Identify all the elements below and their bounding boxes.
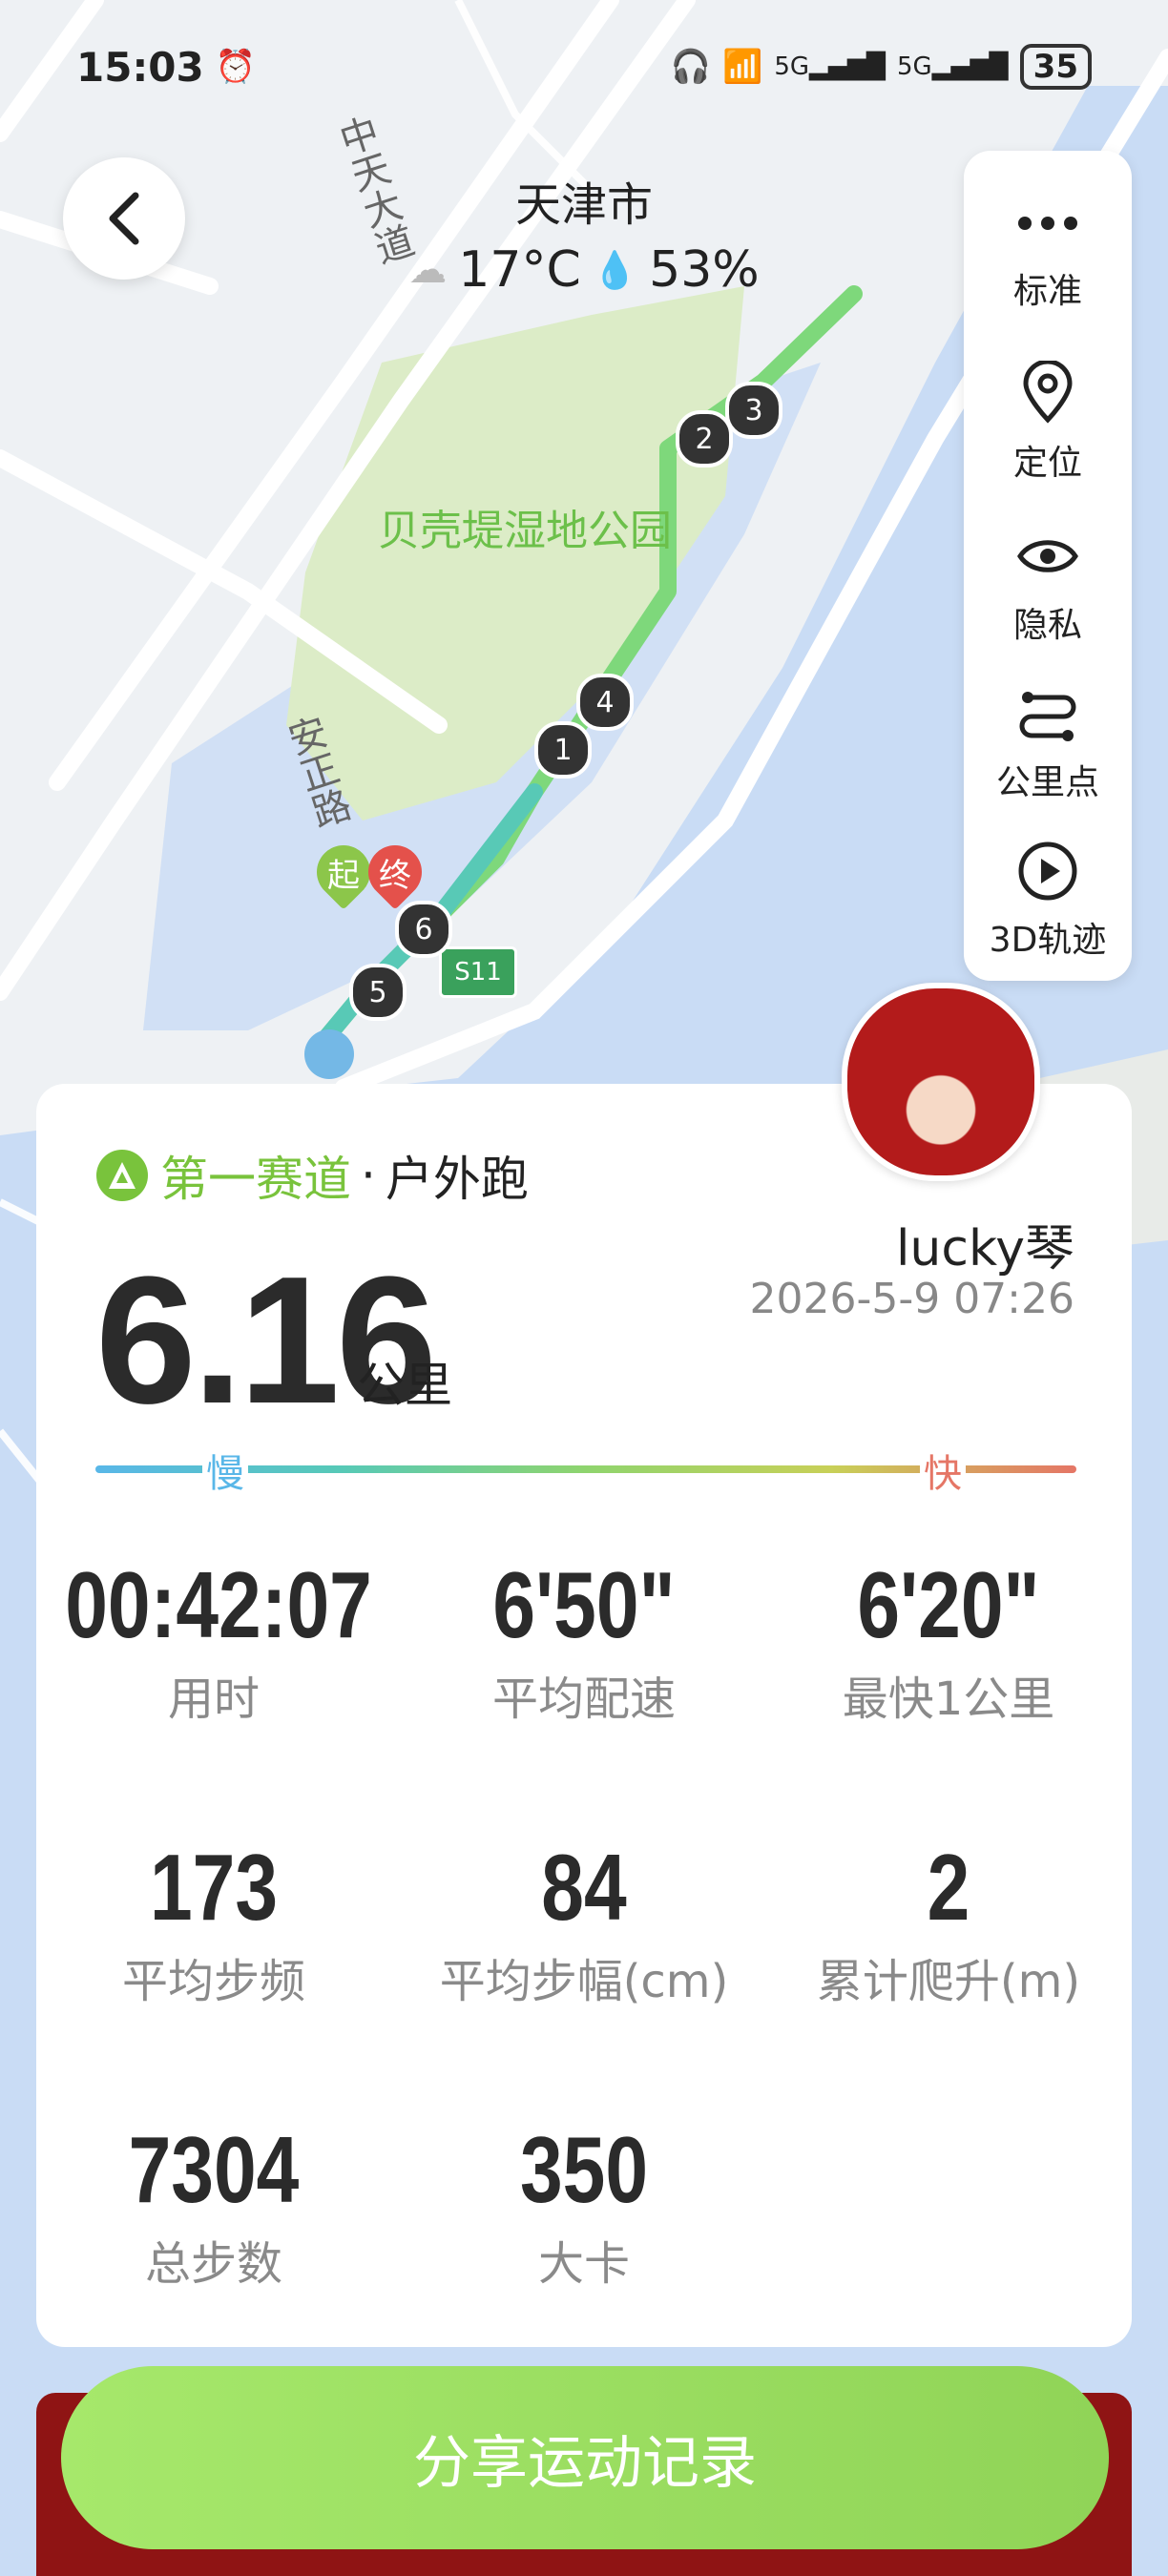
alarm-icon: ⏰ — [215, 48, 257, 86]
km-marker: 2 — [676, 410, 733, 467]
metric-value: 6'50" — [492, 1552, 676, 1657]
share-record-button[interactable]: 分享运动记录 — [61, 2366, 1109, 2549]
cloud-icon: ☁ — [408, 248, 448, 292]
start-pin-label: 起 — [327, 856, 360, 895]
metric-duration: 00:42:07 用时 — [32, 1551, 395, 1728]
map-style-button[interactable]: 标准 — [964, 189, 1132, 313]
km-marker: 4 — [576, 674, 634, 731]
privacy-label: 隐私 — [1012, 606, 1082, 645]
location-icon — [1023, 361, 1073, 424]
metric-label: 累计爬升(m) — [816, 1955, 1081, 2008]
metric-value: 350 — [519, 2117, 649, 2222]
metric-fastest-km: 6'20" 最快1公里 — [767, 1551, 1130, 1728]
metric-label: 用时 — [167, 1672, 260, 1726]
metric-value: 00:42:07 — [65, 1552, 372, 1657]
metric-label: 平均步频 — [121, 1955, 305, 2008]
locate-button[interactable]: 定位 — [964, 361, 1132, 485]
separator: · — [361, 1148, 376, 1203]
metric-cadence: 173 平均步频 — [32, 1834, 395, 2010]
humidity-icon: 💧 — [592, 248, 638, 291]
play-icon — [1018, 841, 1077, 901]
metric-label: 最快1公里 — [842, 1672, 1055, 1726]
more-icon — [1018, 217, 1077, 230]
avatar[interactable] — [842, 983, 1040, 1181]
run-date: 2026-5-9 07:26 — [749, 1275, 1074, 1323]
headphone-icon: 🎧 — [670, 48, 711, 86]
temperature: 17°C — [458, 241, 581, 299]
signal-icon: 5G▂▄▆█ — [774, 52, 886, 81]
sport-type: 户外跑 — [385, 1152, 529, 1207]
slow-label: 慢 — [202, 1443, 248, 1498]
metric-value: 6'20" — [857, 1552, 1040, 1657]
status-bar: 15:03 ⏰ 🎧 📶 5G▂▄▆█ 5G▂▄▆█ 35 — [76, 38, 1092, 95]
humidity: 53% — [649, 241, 760, 299]
metric-avg-pace: 6'50" 平均配速 — [403, 1551, 765, 1728]
metric-value: 7304 — [128, 2117, 300, 2222]
3d-track-button[interactable]: 3D轨迹 — [964, 838, 1132, 962]
km-marker: 5 — [349, 964, 407, 1021]
signal-icon: 5G▂▄▆█ — [897, 52, 1009, 81]
brand-logo-icon — [96, 1150, 148, 1201]
highway-badge: S11 — [439, 946, 517, 998]
park-label: 贝壳堤湿地公园 — [378, 507, 672, 555]
map-tools-panel: 标准 定位 隐私 公里点 3D轨迹 — [964, 151, 1132, 981]
end-pin-label: 终 — [379, 856, 411, 895]
fast-label: 快 — [920, 1443, 966, 1498]
km-marker: 3 — [725, 382, 782, 439]
metric-stride: 84 平均步幅(cm) — [403, 1834, 765, 2010]
metric-value: 173 — [149, 1835, 279, 1940]
metric-calories: 350 大卡 — [403, 2116, 765, 2293]
metric-steps: 7304 总步数 — [32, 2116, 395, 2293]
privacy-button[interactable]: 隐私 — [964, 523, 1132, 647]
map-style-label: 标准 — [1012, 272, 1082, 311]
metric-label: 总步数 — [144, 2237, 282, 2291]
metric-label: 平均步幅(cm) — [439, 1955, 729, 2008]
brand-name: 第一赛道 — [160, 1152, 351, 1207]
run-summary-card: 第一赛道 · 户外跑 6.16 公里 lucky琴 2026-5-9 07:26… — [36, 1084, 1132, 2347]
locate-label: 定位 — [1012, 444, 1082, 483]
eye-icon — [1017, 540, 1078, 572]
km-marker: 1 — [534, 721, 592, 779]
wifi-icon: 📶 — [721, 48, 763, 86]
km-points-button[interactable]: 公里点 — [964, 680, 1132, 804]
km-marker: 6 — [395, 901, 452, 958]
metric-value: 84 — [541, 1835, 627, 1940]
metric-elevation: 2 累计爬升(m) — [767, 1834, 1130, 2010]
battery-indicator: 35 — [1019, 44, 1092, 90]
route-icon — [1019, 692, 1076, 741]
brand-line: 第一赛道 · 户外跑 — [94, 1141, 529, 1210]
metric-label: 大卡 — [537, 2237, 630, 2291]
3d-track-label: 3D轨迹 — [989, 921, 1107, 960]
clock: 15:03 — [76, 43, 204, 91]
km-points-label: 公里点 — [995, 763, 1099, 802]
metric-label: 平均配速 — [491, 1672, 676, 1726]
username: lucky琴 — [895, 1220, 1074, 1278]
distance-unit: 公里 — [357, 1358, 452, 1413]
metric-value: 2 — [927, 1835, 970, 1940]
